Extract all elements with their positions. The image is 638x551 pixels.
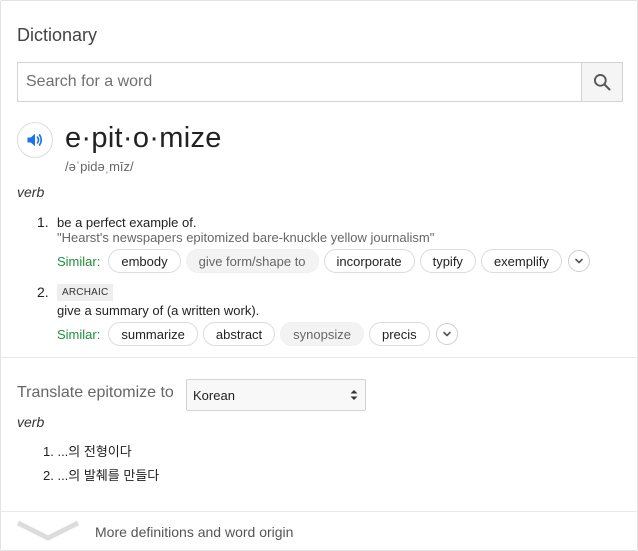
language-select-value: Korean <box>193 387 235 403</box>
similar-chip[interactable]: give form/shape to <box>185 249 319 273</box>
headword: e·pit·o·mize <box>65 122 222 154</box>
similar-chip[interactable]: precis <box>368 322 430 346</box>
sense-example: "Hearst's newspapers epitomized bare-knu… <box>57 230 435 245</box>
translation-item: 2. ...의 발췌를 만들다 <box>43 468 160 483</box>
sense-number: 1. <box>37 214 49 230</box>
more-definitions-label: More definitions and word origin <box>95 524 294 540</box>
language-select[interactable]: Korean <box>186 379 366 411</box>
search-button[interactable] <box>581 63 622 101</box>
translate-label: Translate epitomize to <box>17 384 174 401</box>
similar-label: Similar: <box>57 253 101 269</box>
speaker-icon <box>27 133 43 147</box>
similar-label: Similar: <box>57 326 101 342</box>
card-title: Dictionary <box>17 25 98 45</box>
similar-chip[interactable]: typify <box>419 249 476 273</box>
pronunciation-button[interactable] <box>17 122 53 158</box>
updown-arrows-icon <box>350 390 358 400</box>
similar-chip[interactable]: exemplify <box>480 249 562 273</box>
chevron-down-icon <box>575 258 583 264</box>
register-tag: ARCHAIC <box>57 284 114 301</box>
similar-chip[interactable]: synopsize <box>280 322 364 346</box>
chevron-down-icon <box>16 520 80 541</box>
similar-row: Similar: embody give form/shape to incor… <box>57 249 590 273</box>
phonetic: /əˈpidəˌmīz/ <box>65 159 134 174</box>
sense-definition: be a perfect example of. <box>57 215 197 230</box>
sense-number: 2. <box>37 284 49 300</box>
translation-part-of-speech: verb <box>17 414 45 430</box>
chevron-down-icon <box>442 331 451 337</box>
similar-chip[interactable]: incorporate <box>323 249 415 273</box>
similar-chip[interactable]: abstract <box>202 322 276 346</box>
expand-similar-button[interactable] <box>435 323 458 345</box>
expand-similar-button[interactable] <box>567 250 590 272</box>
search-box <box>17 62 623 102</box>
similar-chip[interactable]: summarize <box>108 322 198 346</box>
dictionary-card: Dictionary e·pit·o·mize /əˈpidəˌmīz/ ver… <box>0 0 638 551</box>
section-divider <box>1 357 638 358</box>
more-definitions-button[interactable]: More definitions and word origin <box>1 512 638 551</box>
sense-definition: give a summary of (a written work). <box>57 303 260 318</box>
search-icon <box>594 74 611 91</box>
translation-item: 1. ...의 전형이다 <box>43 444 132 459</box>
similar-chip[interactable]: embody <box>108 249 181 273</box>
search-input[interactable] <box>18 63 581 101</box>
similar-row: Similar: summarize abstract synopsize pr… <box>57 322 458 346</box>
part-of-speech: verb <box>17 184 45 200</box>
